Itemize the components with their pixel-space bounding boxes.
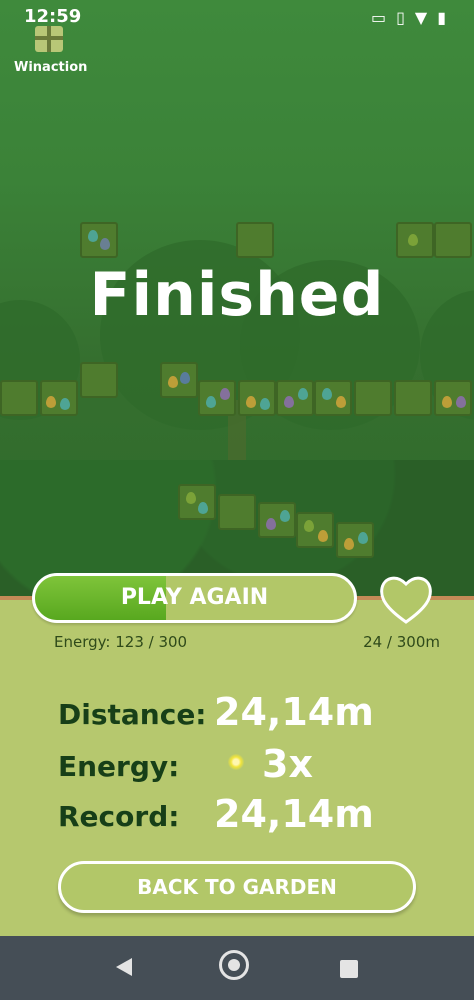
egg-crate: [236, 222, 274, 258]
gift-icon: [35, 26, 63, 52]
heart-icon[interactable]: [378, 572, 434, 626]
egg-crate: [434, 380, 472, 416]
distance-counter: 24 / 300m: [363, 633, 440, 651]
recents-icon[interactable]: [340, 960, 358, 978]
egg-crate: [0, 380, 38, 416]
egg-crate: [434, 222, 472, 258]
back-icon[interactable]: [116, 958, 132, 976]
play-again-label: PLAY AGAIN: [120, 585, 269, 610]
status-time: 12:59: [24, 6, 82, 27]
egg-crate: [354, 380, 392, 416]
egg-crate: [296, 512, 334, 548]
back-to-garden-button[interactable]: BACK TO GARDEN: [58, 861, 416, 913]
egg-crate: [396, 222, 434, 258]
battery-icon: ▮: [437, 8, 446, 27]
distance-label: Distance:: [58, 698, 207, 731]
winaction-label: Winaction: [14, 60, 88, 75]
egg-crate: [178, 484, 216, 520]
home-icon[interactable]: [219, 950, 249, 980]
egg-crate: [238, 380, 276, 416]
game-scene: Finished: [0, 0, 474, 600]
energy-value: 3x: [262, 742, 313, 786]
energy-counter: Energy: 123 / 300: [54, 633, 188, 651]
egg-crate: [40, 380, 78, 416]
status-icons: ▭ ▯ ▼ ▮: [371, 8, 446, 27]
egg-crate: [218, 494, 256, 530]
egg-crate: [314, 380, 352, 416]
energy-label: Energy:: [58, 750, 180, 783]
egg-crate: [258, 502, 296, 538]
egg-crate: [394, 380, 432, 416]
record-label: Record:: [58, 800, 180, 833]
play-again-button[interactable]: PLAY AGAIN: [32, 573, 357, 623]
egg-crate: [198, 380, 236, 416]
energy-orb-icon: [228, 754, 244, 770]
vibrate-icon: ▯: [396, 8, 405, 27]
cast-icon: ▭: [370, 8, 387, 27]
egg-crate: [336, 522, 374, 558]
record-value: 24,14m: [214, 792, 374, 836]
wifi-icon: ▼: [414, 8, 428, 27]
egg-crate: [276, 380, 314, 416]
distance-value: 24,14m: [214, 690, 374, 734]
navigation-bar: [0, 936, 474, 1000]
egg-crate: [80, 362, 118, 398]
egg-crate: [80, 222, 118, 258]
winaction-button[interactable]: Winaction: [14, 26, 88, 75]
finished-title: Finished: [89, 260, 385, 330]
egg-crate: [160, 362, 198, 398]
